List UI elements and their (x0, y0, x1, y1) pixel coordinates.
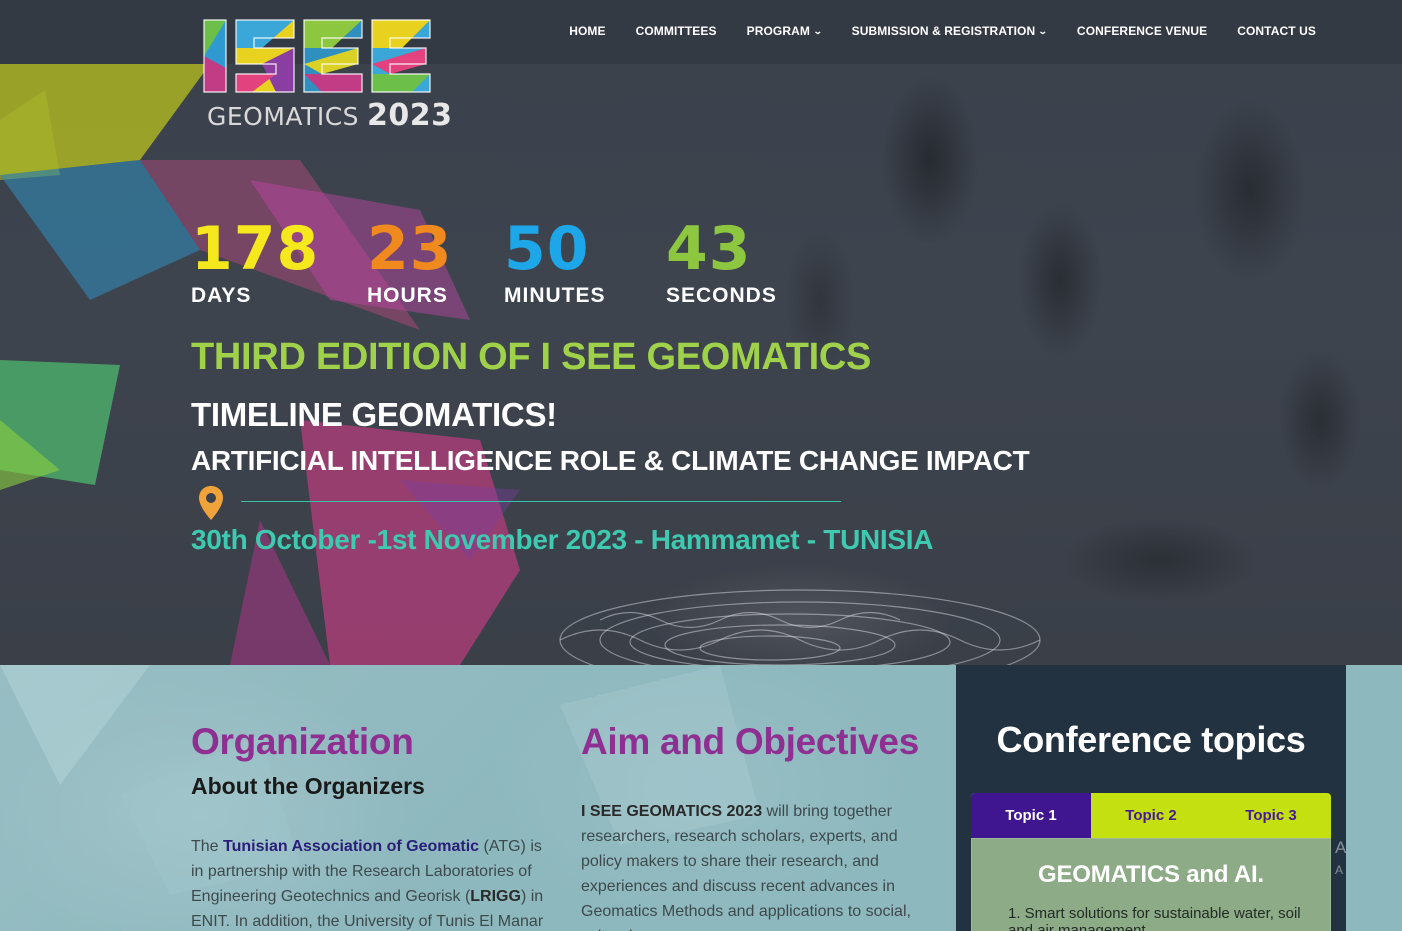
tab-topic-1[interactable]: Topic 1 (971, 793, 1091, 838)
organization-title: Organization (191, 721, 414, 762)
organizers-subtitle: About the Organizers (191, 773, 425, 799)
activation-watermark: A A (1335, 838, 1347, 877)
countdown-days: 178 DAYS (191, 216, 319, 308)
countdown-seconds-value: 43 (666, 214, 752, 284)
countdown-days-label: DAYS (191, 284, 252, 307)
tab-topic-2[interactable]: Topic 2 (1091, 793, 1211, 838)
atg-link[interactable]: Tunisian Association of Geomatic (223, 838, 479, 855)
topic-panel: GEOMATICS and AI. 1. Smart solutions for… (971, 838, 1331, 931)
countdown-minutes: 50 MINUTES (504, 216, 606, 308)
aim-title: Aim and Objectives (581, 721, 919, 762)
topics-tabs: Topic 1 Topic 2 Topic 3 (971, 793, 1331, 838)
nav-committees[interactable]: COMMITTEES (636, 24, 717, 38)
countdown-minutes-label: MINUTES (504, 284, 606, 307)
countdown-days-value: 178 (191, 214, 320, 284)
nav-contact-us[interactable]: CONTACT US (1237, 24, 1316, 38)
aim-text: I SEE GEOMATICS 2023 will bring together… (581, 803, 911, 931)
countdown-seconds: 43 SECONDS (666, 216, 777, 308)
isee-geomatics-logo[interactable]: GEOMATICS 2023 (202, 18, 452, 133)
topic-item: 1. Smart solutions for sustainable water… (1008, 905, 1301, 931)
edition-heading: THIRD EDITION OF I SEE GEOMATICS (191, 336, 872, 378)
nav-submission-registration[interactable]: SUBMISSION & REGISTRATION ⌄ (852, 24, 1049, 38)
countdown-hours: 23 HOURS (367, 216, 453, 308)
countdown-hours-label: HOURS (367, 284, 448, 307)
date-location: 30th October -1st November 2023 - Hammam… (191, 524, 934, 555)
logo-year: 2023 (367, 98, 453, 133)
nav-conference-venue[interactable]: CONFERENCE VENUE (1077, 24, 1207, 38)
countdown-seconds-label: SECONDS (666, 284, 777, 307)
countdown-minutes-value: 50 (504, 214, 590, 284)
organization-column: Organization About the Organizers The Tu… (191, 721, 551, 931)
chevron-down-icon: ⌄ (1038, 25, 1049, 36)
topics-title: Conference topics (996, 719, 1306, 760)
conference-topics-panel: Conference topics Topic 1 Topic 2 Topic … (956, 665, 1346, 931)
logo-subtitle: GEOMATICS 2023 (207, 98, 453, 133)
main-menu: HOME COMMITTEES PROGRAM ⌄ SUBMISSION & RE… (539, 24, 1316, 38)
nav-home[interactable]: HOME (569, 24, 605, 38)
tab-topic-3[interactable]: Topic 3 (1211, 793, 1331, 838)
topic-panel-title: GEOMATICS and AI. (1038, 861, 1264, 888)
isee-letters-graphic (203, 19, 431, 93)
organization-text: The Tunisian Association of Geomatic (AT… (191, 838, 544, 930)
timeline-heading: TIMELINE GEOMATICS! (191, 396, 557, 433)
countdown-hours-value: 23 (367, 214, 453, 284)
map-pin-icon (199, 486, 223, 520)
chevron-down-icon: ⌄ (812, 25, 823, 36)
nav-program[interactable]: PROGRAM ⌄ (747, 24, 823, 38)
divider-line (241, 501, 841, 502)
theme-heading: ARTIFICIAL INTELLIGENCE ROLE & CLIMATE C… (191, 445, 1030, 476)
aim-column: Aim and Objectives I SEE GEOMATICS 2023 … (581, 721, 941, 931)
